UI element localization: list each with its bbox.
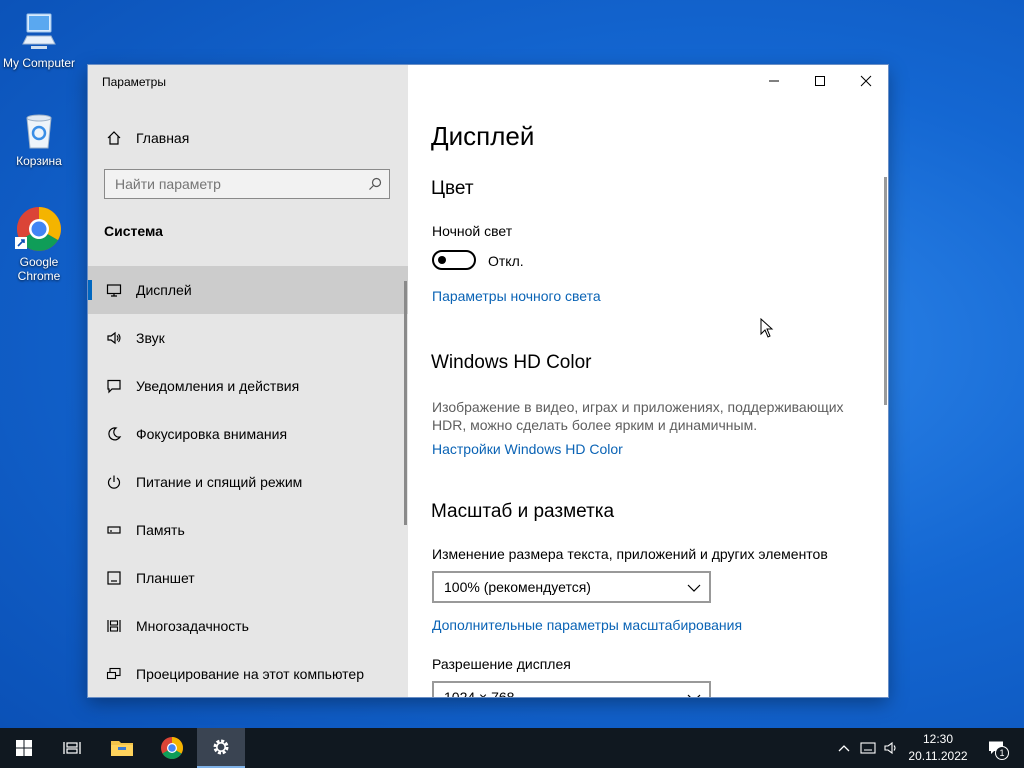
sidebar-item-label: Многозадачность: [136, 618, 249, 634]
taskbar-clock[interactable]: 12:30 20.11.2022: [904, 731, 972, 765]
minimize-icon: [769, 80, 779, 82]
minimize-button[interactable]: [751, 65, 797, 97]
tray-volume[interactable]: [884, 740, 900, 756]
resolution-label: Разрешение дисплея: [432, 656, 571, 672]
power-icon: [104, 474, 124, 490]
sidebar-nav: Дисплей Звук Уведомления и действия Фоку…: [88, 266, 408, 697]
hdr-description: Изображение в видео, играх и приложениях…: [432, 399, 844, 433]
mouse-cursor-icon: [760, 318, 774, 338]
action-center-button[interactable]: 1: [986, 740, 1009, 760]
search-input[interactable]: [105, 176, 355, 192]
sidebar-item-label: Главная: [136, 130, 190, 146]
sidebar-item-label: Питание и спящий режим: [136, 474, 303, 490]
desktop-icon-my-computer[interactable]: My Computer: [0, 8, 78, 70]
speaker-icon: [884, 741, 896, 755]
chevron-down-icon: [687, 691, 701, 697]
window-title: Параметры: [102, 75, 166, 89]
chrome-icon: [161, 737, 183, 759]
sidebar-item-home[interactable]: Главная: [88, 121, 408, 155]
taskbar: 12:30 20.11.2022 1: [0, 728, 1024, 768]
sidebar-item-label: Планшет: [136, 570, 195, 586]
section-heading-scale: Масштаб и разметка: [431, 501, 615, 522]
toggle-knob: [438, 256, 446, 264]
chrome-icon: [15, 207, 61, 251]
notification-count-badge: 1: [995, 746, 1009, 760]
multitasking-icon: [104, 618, 124, 634]
section-heading-color: Цвет: [431, 178, 474, 199]
start-button[interactable]: [0, 728, 48, 768]
sidebar-item-label: Звук: [136, 330, 165, 346]
close-button[interactable]: [843, 65, 888, 97]
taskbar-chrome[interactable]: [148, 728, 196, 768]
desktop-icon-chrome[interactable]: Google Chrome: [0, 205, 78, 283]
scale-dropdown[interactable]: 100% (рекомендуется): [432, 571, 711, 603]
chevron-down-icon: [687, 581, 701, 599]
search-box: [104, 169, 390, 199]
night-light-label: Ночной свет: [432, 223, 513, 239]
desktop-icon-label: Google Chrome: [17, 255, 61, 283]
night-light-settings-link[interactable]: Параметры ночного света: [432, 288, 601, 304]
maximize-button[interactable]: [797, 65, 843, 97]
sidebar-item-display[interactable]: Дисплей: [88, 266, 408, 314]
recycle-bin-icon: [26, 114, 52, 149]
tablet-icon: [104, 570, 124, 586]
windows-logo-icon: [16, 740, 32, 756]
home-icon: [104, 130, 124, 146]
moon-icon: [104, 426, 124, 442]
task-view-icon: [63, 742, 81, 754]
advanced-scaling-link[interactable]: Дополнительные параметры масштабирования: [432, 617, 742, 633]
show-hidden-icons-button[interactable]: [836, 740, 852, 756]
notification-icon: [104, 378, 124, 394]
sidebar-item-label: Уведомления и действия: [136, 378, 300, 394]
content-scrollbar[interactable]: [884, 177, 887, 405]
night-light-toggle[interactable]: [432, 250, 476, 270]
sidebar-item-label: Проецирование на этот компьютер: [136, 666, 364, 682]
section-heading-hdr: Windows HD Color: [431, 352, 592, 373]
sidebar-item-power[interactable]: Питание и спящий режим: [88, 458, 408, 506]
sidebar-item-projecting[interactable]: Проецирование на этот компьютер: [88, 650, 408, 697]
desktop-icon-label: Корзина: [16, 154, 62, 168]
resolution-dropdown[interactable]: 1024 × 768: [432, 681, 711, 697]
desktop-icon-recycle-bin[interactable]: Корзина: [0, 106, 78, 168]
search-icon[interactable]: [367, 176, 383, 197]
computer-icon: [22, 13, 56, 49]
sidebar-scrollbar[interactable]: [404, 281, 407, 525]
monitor-icon: [104, 282, 124, 298]
clock-time: 12:30: [922, 732, 954, 746]
sidebar-item-label: Дисплей: [136, 282, 192, 298]
page-title: Дисплей: [431, 121, 535, 151]
sidebar-item-storage[interactable]: Память: [88, 506, 408, 554]
gear-icon: [213, 739, 229, 755]
settings-window: Параметры Главная Система Дисплей: [88, 65, 888, 697]
tray-keyboard[interactable]: [860, 740, 876, 756]
sidebar: Параметры Главная Система Дисплей: [88, 65, 408, 697]
folder-icon: [111, 741, 133, 756]
sidebar-item-focus-assist[interactable]: Фокусировка внимания: [88, 410, 408, 458]
chevron-up-icon: [838, 745, 850, 752]
speaker-icon: [104, 330, 124, 346]
hdr-settings-link[interactable]: Настройки Windows HD Color: [432, 441, 623, 457]
task-view-button[interactable]: [48, 728, 96, 768]
sidebar-item-tablet[interactable]: Планшет: [88, 554, 408, 602]
sidebar-item-notifications[interactable]: Уведомления и действия: [88, 362, 408, 410]
sidebar-item-label: Память: [136, 522, 185, 538]
night-light-state: Откл.: [488, 253, 524, 269]
sidebar-item-multitasking[interactable]: Многозадачность: [88, 602, 408, 650]
scale-dropdown-value: 100% (рекомендуется): [444, 579, 591, 595]
sidebar-item-sound[interactable]: Звук: [88, 314, 408, 362]
projecting-icon: [104, 666, 124, 682]
sidebar-section-label: Система: [104, 223, 163, 239]
keyboard-icon: [860, 742, 876, 754]
clock-date: 20.11.2022: [908, 749, 968, 763]
close-icon: [860, 75, 872, 87]
resolution-dropdown-value: 1024 × 768: [444, 689, 515, 697]
taskbar-file-explorer[interactable]: [98, 728, 146, 768]
sidebar-item-label: Фокусировка внимания: [136, 426, 288, 442]
maximize-icon: [815, 76, 825, 86]
content-pane: Дисплей Цвет Ночной свет Откл. Параметры…: [408, 65, 888, 697]
scale-label: Изменение размера текста, приложений и д…: [432, 546, 828, 562]
storage-icon: [104, 522, 124, 538]
desktop-icon-label: My Computer: [2, 56, 76, 70]
taskbar-settings[interactable]: [197, 728, 245, 768]
